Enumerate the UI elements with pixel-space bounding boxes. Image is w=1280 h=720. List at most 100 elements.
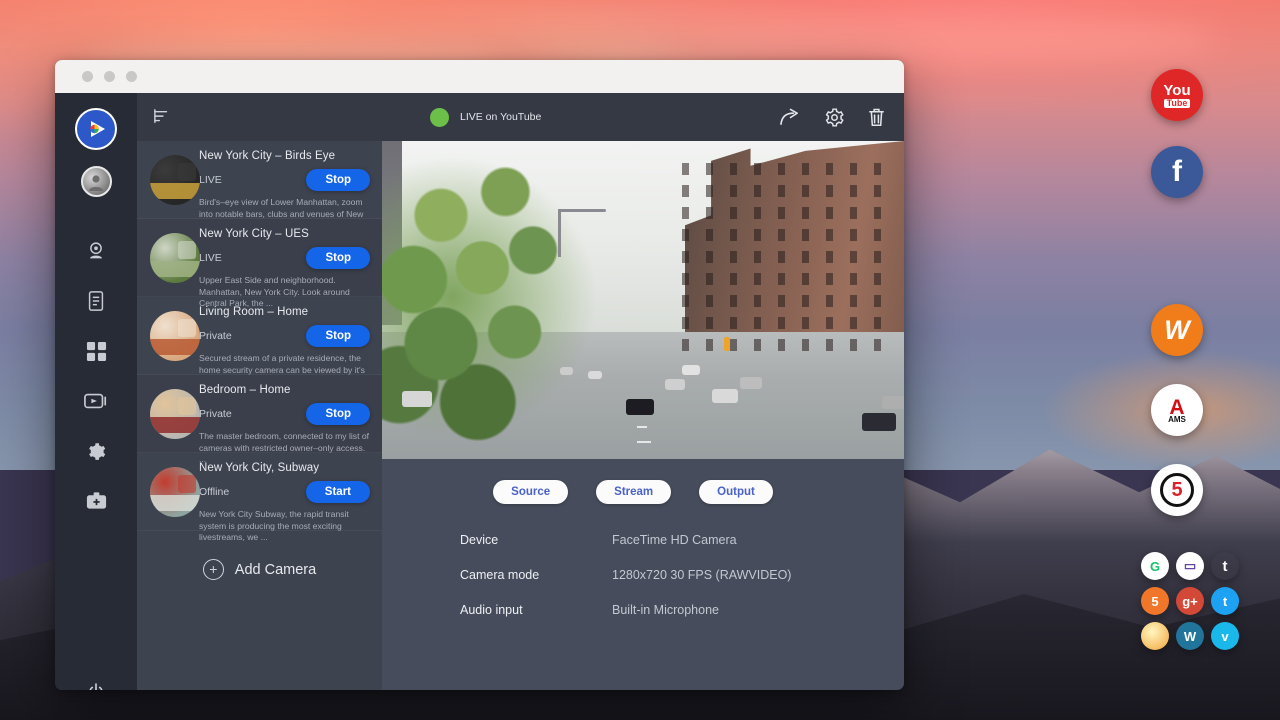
camera-state: Private [199,330,232,342]
video-lamp-arm [558,209,606,212]
video-building-window [850,251,857,263]
sunny-dock-icon[interactable] [1141,622,1169,650]
camera-action-button[interactable]: Start [306,481,370,503]
camera-status-row: LIVE Stop [199,247,374,269]
video-building-window [826,185,833,197]
spec-value[interactable]: Built-in Microphone [612,603,719,617]
sidebar-item-add-camera[interactable] [76,481,116,521]
main-header: LIVE on YouTube [382,93,904,141]
facebook-dock-icon[interactable]: f [1151,146,1203,198]
gear-icon[interactable] [824,107,845,128]
spec-key: Audio input [460,603,612,617]
video-building-window [682,185,689,197]
video-building-window [850,295,857,307]
camera-list-item[interactable]: New York City – Birds EyeLIVEStopBird's–… [137,141,382,219]
grid-icon [86,341,107,362]
window-titlebar [55,60,904,93]
spec-row: DeviceFaceTime HD Camera [460,533,904,547]
spec-row: Audio inputBuilt-in Microphone [460,603,904,617]
wordpress-dock-icon[interactable]: W [1176,622,1204,650]
camera-list-item[interactable]: New York City, SubwayOfflineStartNew Yor… [137,453,382,531]
sidebar-item-grid[interactable] [76,331,116,371]
video-building-window [802,207,809,219]
twitch-dock-icon[interactable]: ▭ [1176,552,1204,580]
sidebar-item-logs[interactable] [76,281,116,321]
target5-dock-icon[interactable]: 5 [1151,464,1203,516]
sort-filter-icon[interactable] [153,109,171,125]
video-building-window [874,185,881,197]
window-minimize-button[interactable] [104,71,115,82]
vimeo-dock-icon[interactable]: v [1211,622,1239,650]
tab-source[interactable]: Source [493,480,568,504]
camera-list-item[interactable]: Bedroom – HomePrivateStopThe master bedr… [137,375,382,453]
video-building-window [826,295,833,307]
spec-key: Device [460,533,612,547]
video-vehicle [402,391,432,407]
video-building-window [682,339,689,351]
video-building-window [802,317,809,329]
video-building-window [730,317,737,329]
video-building-window [778,185,785,197]
app-window: New York City – Birds EyeLIVEStopBird's–… [55,60,904,690]
camera-action-button[interactable]: Stop [306,403,370,425]
googleplus-dock-icon[interactable]: g+ [1176,587,1204,615]
camera-list-item[interactable]: Living Room – HomePrivateStopSecured str… [137,297,382,375]
video-building-window [682,273,689,285]
spec-value[interactable]: 1280x720 30 FPS (RAWVIDEO) [612,568,791,582]
share-icon[interactable] [779,108,802,127]
adobe-ams-dock-icon[interactable]: AAMS [1151,384,1203,436]
user-avatar[interactable] [81,166,112,197]
camera-state: LIVE [199,252,222,264]
sidebar-item-settings[interactable] [76,431,116,471]
wowza-dock-icon[interactable]: W [1151,304,1203,356]
camera-list-column: New York City – Birds EyeLIVEStopBird's–… [137,93,382,690]
video-building-window [826,251,833,263]
video-preview[interactable] [382,141,904,459]
twitter-dock-icon[interactable]: t [1211,587,1239,615]
video-building-window [850,207,857,219]
spec-key: Camera mode [460,568,612,582]
video-building-window [778,207,785,219]
video-building-window [730,295,737,307]
video-building-window [754,251,761,263]
webcam-icon [85,240,107,262]
sidebar-item-power[interactable] [55,682,137,690]
video-street-lamp [558,209,561,257]
video-building-window [826,207,833,219]
window-close-button[interactable] [82,71,93,82]
camera-action-button[interactable]: Stop [306,169,370,191]
live-dot-icon [430,108,449,127]
add-camera-label: Add Camera [235,562,316,578]
spec-value[interactable]: FaceTime HD Camera [612,533,737,547]
video-building-window [682,207,689,219]
camera-list: New York City – Birds EyeLIVEStopBird's–… [137,141,382,531]
tumblr-dock-icon[interactable]: t [1211,552,1239,580]
video-building-window [754,207,761,219]
video-building-window [778,251,785,263]
youtube-dock-icon[interactable]: YouTube [1151,69,1203,121]
video-building-window [706,229,713,241]
video-building-window [874,163,881,175]
five-dock-icon[interactable]: 5 [1141,587,1169,615]
grammarly-dock-icon[interactable]: G [1141,552,1169,580]
camera-action-button[interactable]: Stop [306,247,370,269]
video-vehicle [665,379,685,390]
video-vehicle [712,389,738,403]
app-logo[interactable] [75,108,117,150]
tab-stream[interactable]: Stream [596,480,671,504]
camera-action-button[interactable]: Stop [306,325,370,347]
window-zoom-button[interactable] [126,71,137,82]
trash-icon[interactable] [867,107,886,128]
camera-thumbnail [150,233,200,283]
window-body: New York City – Birds EyeLIVEStopBird's–… [55,93,904,690]
sidebar-item-cameras[interactable] [76,231,116,271]
camera-title: New York City – Birds Eye [199,150,374,162]
camera-title: New York City, Subway [199,462,374,474]
sidebar-item-player[interactable] [76,381,116,421]
tab-output[interactable]: Output [699,480,773,504]
camera-thumbnail [150,155,200,205]
camera-list-item[interactable]: New York City – UESLIVEStopUpper East Si… [137,219,382,297]
main-panel: LIVE on YouTube [382,93,904,690]
cloud-band [700,18,1220,62]
video-building-window [730,163,737,175]
